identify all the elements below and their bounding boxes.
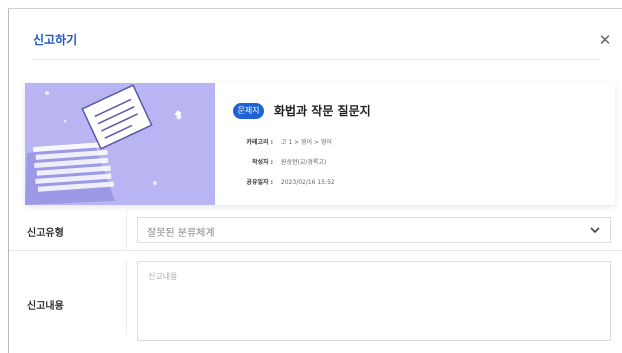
report-modal: 신고하기 ✕ 문제지 화법과 작문 질문지 카테고리: 고 1 > 영어 > … bbox=[8, 8, 622, 353]
report-type-value: 잘못된 분류체계 bbox=[147, 228, 215, 239]
meta-value: 2023/02/16 15:52 bbox=[280, 179, 335, 186]
close-icon[interactable]: ✕ bbox=[597, 32, 613, 48]
row-divider bbox=[126, 261, 127, 335]
report-content-textarea[interactable] bbox=[137, 261, 611, 341]
report-content-row: 신고내용 bbox=[9, 251, 622, 345]
meta-category: 카테고리 : 고 1 > 영어 > 영어 bbox=[218, 137, 332, 146]
report-type-row: 신고유형 잘못된 분류체계 bbox=[9, 210, 622, 251]
meta-share-date: 공유일자 : 2023/02/16 15:52 bbox=[218, 177, 335, 186]
meta-label: 카테고리 : bbox=[246, 139, 273, 146]
chevron-down-icon bbox=[590, 227, 600, 234]
report-content-label: 신고내용 bbox=[27, 301, 64, 312]
meta-author: 작성자 : 원상현(교/경록고) bbox=[218, 157, 326, 166]
document-info: 문제지 화법과 작문 질문지 카테고리 : 고 1 > 영어 > 영어 작성자 … bbox=[218, 83, 615, 205]
meta-value: 원상현(교/경록고) bbox=[280, 159, 327, 166]
document-thumbnail bbox=[25, 83, 215, 205]
modal-header: 신고하기 ✕ bbox=[9, 9, 622, 60]
document-card: 문제지 화법과 작문 질문지 카테고리 : 고 1 > 영어 > 영어 작성자 … bbox=[25, 83, 615, 205]
meta-value: 고 1 > 영어 > 영어 bbox=[280, 139, 332, 146]
meta-label: 공유일자 : bbox=[246, 179, 273, 186]
header-divider bbox=[33, 59, 599, 60]
modal-title: 신고하기 bbox=[33, 33, 78, 47]
type-badge: 문제지 bbox=[233, 103, 264, 119]
row-divider bbox=[126, 210, 127, 251]
report-type-select[interactable]: 잘못된 분류체계 bbox=[137, 217, 611, 243]
report-type-label: 신고유형 bbox=[27, 228, 64, 239]
meta-label: 작성자 : bbox=[251, 159, 273, 166]
document-stack-illustration bbox=[25, 83, 215, 205]
document-title: 화법과 작문 질문지 bbox=[274, 104, 371, 118]
